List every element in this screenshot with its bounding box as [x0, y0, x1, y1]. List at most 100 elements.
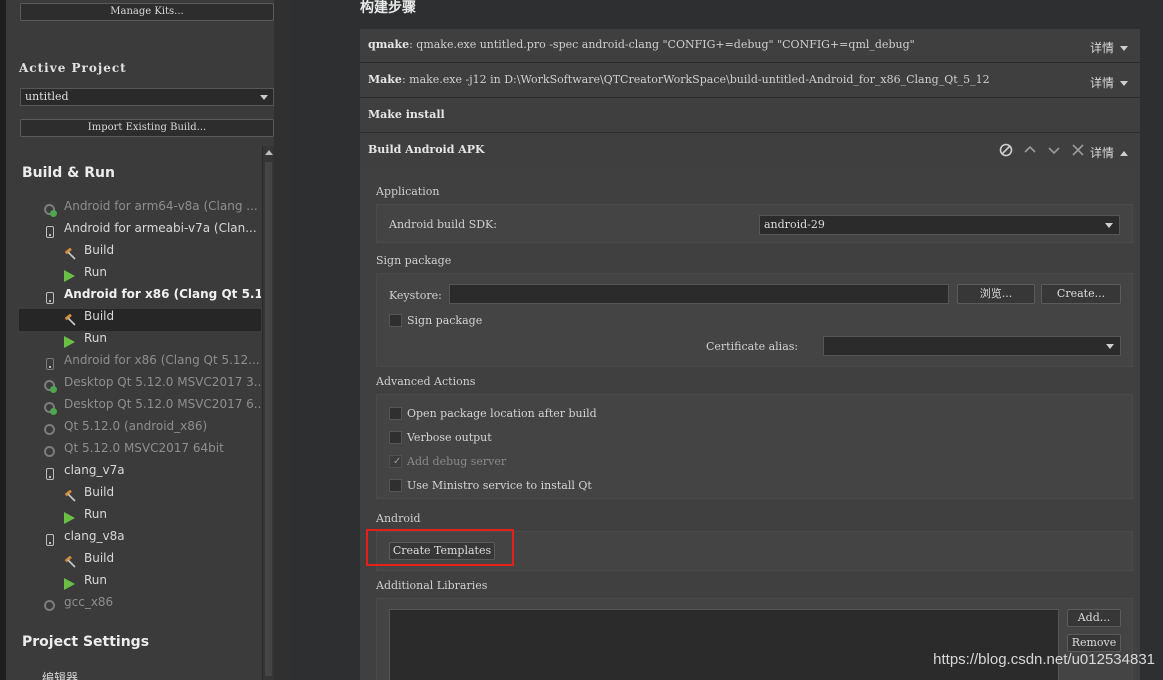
sidebar-item-label: Desktop Qt 5.12.0 MSVC2017 6...: [64, 397, 261, 411]
hammer-icon: [64, 247, 76, 260]
sidebar-item[interactable]: Desktop Qt 5.12.0 MSVC2017 6...: [19, 397, 261, 419]
splitter[interactable]: [274, 0, 290, 680]
sidebar-scrollbar[interactable]: [262, 146, 274, 680]
move-up-icon[interactable]: [1022, 142, 1038, 158]
highlight-box: [366, 529, 514, 566]
page-title: 构建步骤: [360, 0, 416, 16]
details-label: 详情: [1089, 146, 1114, 160]
play-icon: [64, 578, 75, 590]
step-qmake[interactable]: qmake: qmake.exe untitled.pro -spec andr…: [360, 29, 1140, 63]
sidebar-item[interactable]: Qt 5.12.0 (android_x86): [19, 419, 261, 441]
checkbox-box[interactable]: [389, 314, 402, 327]
sidebar-item[interactable]: Run: [19, 331, 261, 353]
details-label: 详情: [1089, 76, 1114, 90]
advanced-option-checkbox[interactable]: Open package location after build: [389, 406, 689, 422]
advanced-option-checkbox[interactable]: Verbose output: [389, 430, 689, 446]
gear-add-icon: [44, 402, 57, 415]
step-build-apk-summary: Build Android APK: [368, 143, 485, 156]
sidebar-item[interactable]: clang_v8a: [19, 529, 261, 551]
chevron-down-icon: [260, 95, 268, 100]
sidebar-item[interactable]: Qt 5.12.0 MSVC2017 64bit: [19, 441, 261, 463]
sidebar-item[interactable]: Android for arm64-v8a (Clang ...: [19, 199, 261, 221]
project-settings-title: Project Settings: [22, 634, 150, 650]
step-make-details-button[interactable]: 详情: [1090, 74, 1128, 91]
sdk-select[interactable]: android-29: [759, 215, 1120, 235]
sidebar-item-editor[interactable]: 编辑器: [42, 669, 78, 680]
checkbox-box[interactable]: [389, 431, 402, 444]
advanced-option-label: Verbose output: [407, 431, 492, 444]
sidebar-item-label: gcc_x86: [64, 595, 114, 609]
import-build-button[interactable]: Import Existing Build...: [20, 119, 274, 137]
advanced-option-label: Use Ministro service to install Qt: [407, 479, 592, 492]
step-qmake-name: qmake: [368, 38, 410, 51]
remove-step-icon[interactable]: [1070, 142, 1086, 158]
window-edge: [0, 0, 6, 680]
sidebar-item[interactable]: Run: [19, 265, 261, 287]
step-make[interactable]: Make: make.exe -j12 in D:\WorkSoftware\Q…: [360, 64, 1140, 98]
play-icon: [64, 270, 75, 282]
cert-alias-select[interactable]: [823, 336, 1121, 356]
sidebar-item[interactable]: Android for x86 (Clang Qt 5.1...: [19, 287, 261, 309]
browse-button[interactable]: 浏览...: [957, 284, 1035, 304]
step-build-apk-name: Build Android APK: [368, 143, 485, 156]
sidebar-item-label: Android for x86 (Clang Qt 5.12....: [64, 353, 261, 367]
step-make-install-summary: Make install: [368, 108, 445, 121]
step-qmake-command: : qmake.exe untitled.pro -spec android-c…: [409, 38, 915, 51]
advanced-option-checkbox: ✓ Add debug server: [389, 454, 689, 470]
sidebar-item-label: Android for arm64-v8a (Clang ...: [64, 199, 258, 213]
sidebar-item[interactable]: Run: [19, 507, 261, 529]
libs-list[interactable]: [389, 609, 1059, 680]
sidebar-item[interactable]: Desktop Qt 5.12.0 MSVC2017 3...: [19, 375, 261, 397]
sign-package-checkbox[interactable]: Sign package: [389, 313, 589, 329]
manage-kits-button[interactable]: Manage Kits...: [20, 3, 274, 21]
chevron-down-icon: [1120, 81, 1128, 86]
gear-icon: [44, 600, 55, 611]
step-build-apk[interactable]: Build Android APK 详情: [360, 134, 1140, 168]
sidebar-item-label: Run: [84, 331, 108, 345]
sign-package-group-label: Sign package: [376, 254, 452, 267]
hammer-icon: [64, 313, 76, 326]
sidebar-item[interactable]: Android for x86 (Clang Qt 5.12....: [19, 353, 261, 375]
sidebar-item[interactable]: Build: [19, 485, 261, 507]
move-down-icon[interactable]: [1046, 142, 1062, 158]
sidebar-item-label: Build: [84, 309, 115, 323]
project-select[interactable]: untitled: [20, 88, 274, 106]
step-make-command: : make.exe -j12 in D:\WorkSoftware\QTCre…: [401, 73, 990, 86]
remove-library-button[interactable]: Remove: [1067, 634, 1121, 652]
sidebar-item[interactable]: Android for armeabi-v7a (Clan...: [19, 221, 261, 243]
watermark: https://blog.csdn.net/u012534831: [933, 651, 1155, 668]
disable-step-icon[interactable]: [998, 142, 1014, 158]
chevron-down-icon: [1106, 344, 1114, 349]
device-icon: [46, 226, 54, 238]
sidebar-item-label: Build: [84, 485, 115, 499]
create-keystore-button[interactable]: Create...: [1041, 284, 1121, 304]
advanced-option-checkbox[interactable]: Use Ministro service to install Qt: [389, 478, 689, 494]
gear-add-icon: [44, 204, 57, 217]
checkbox-box[interactable]: [389, 479, 402, 492]
sdk-label: Android build SDK:: [389, 218, 497, 231]
sidebar-item[interactable]: Run: [19, 573, 261, 595]
checkbox-box[interactable]: [389, 407, 402, 420]
advanced-group-label: Advanced Actions: [376, 375, 476, 388]
sidebar-item-label: Build: [84, 551, 115, 565]
scroll-up-icon[interactable]: [265, 150, 273, 155]
step-build-apk-details-button[interactable]: 详情: [1090, 144, 1128, 161]
sidebar: Manage Kits... Active Project untitled I…: [0, 0, 290, 680]
sidebar-item[interactable]: Build: [19, 551, 261, 573]
device-icon: [46, 468, 54, 480]
advanced-option-label: Add debug server: [407, 455, 507, 468]
step-make-install-name: Make install: [368, 108, 445, 121]
details-label: 详情: [1089, 41, 1114, 55]
step-qmake-details-button[interactable]: 详情: [1090, 39, 1128, 56]
sidebar-item[interactable]: clang_v7a: [19, 463, 261, 485]
scrollbar-thumb[interactable]: [265, 162, 272, 676]
sidebar-item[interactable]: gcc_x86: [19, 595, 261, 617]
sidebar-item-label: clang_v7a: [64, 463, 125, 477]
add-library-button[interactable]: Add...: [1067, 609, 1121, 627]
sidebar-item[interactable]: Build: [19, 243, 261, 265]
sidebar-item[interactable]: Build: [19, 309, 261, 331]
sidebar-item-label: Desktop Qt 5.12.0 MSVC2017 3...: [64, 375, 261, 389]
step-make-install[interactable]: Make install: [360, 99, 1140, 133]
project-select-value: untitled: [25, 90, 69, 103]
keystore-input[interactable]: [449, 284, 949, 304]
